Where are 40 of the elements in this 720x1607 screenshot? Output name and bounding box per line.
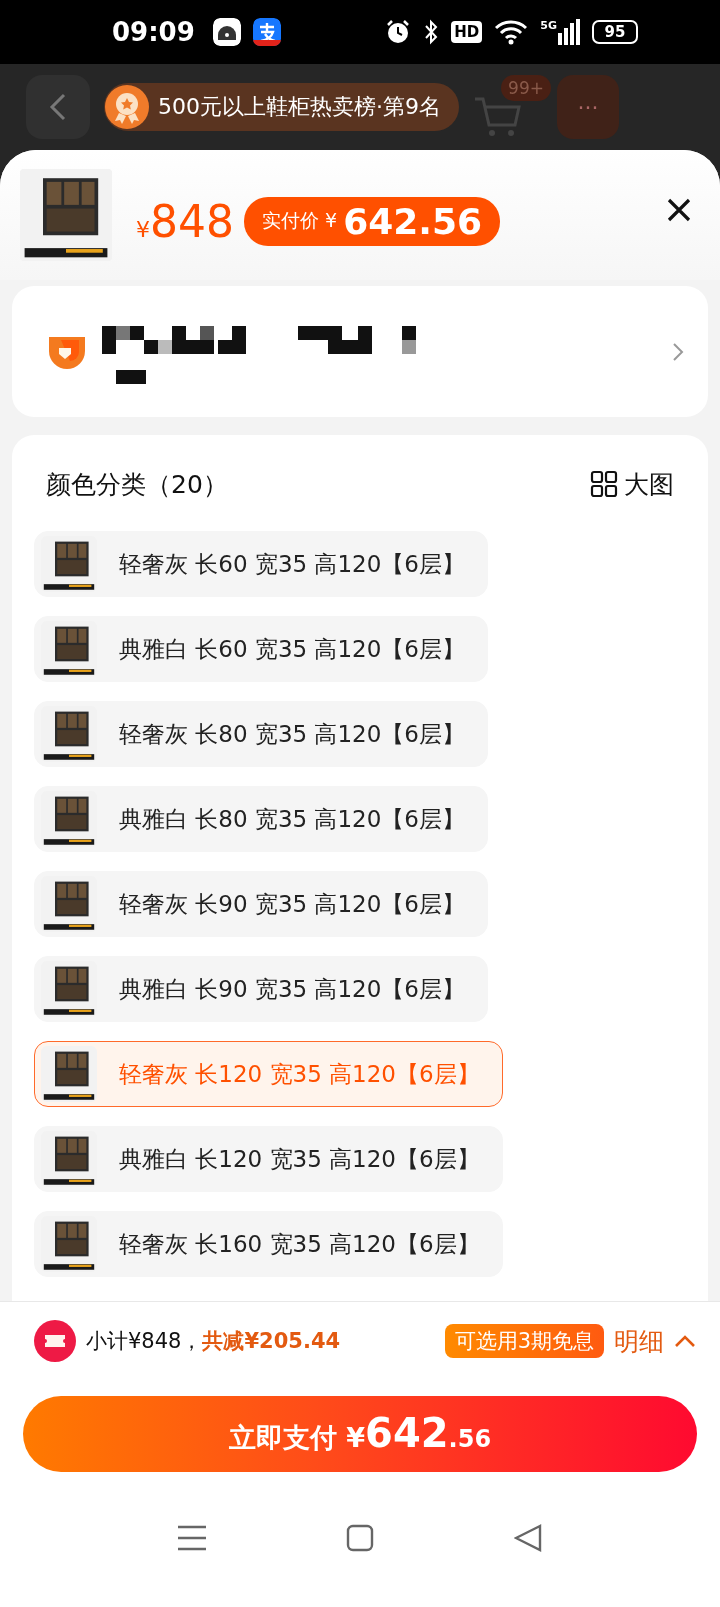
close-icon bbox=[666, 197, 692, 223]
option-chip[interactable]: 轻奢灰 长160 宽35 高120【6层】 bbox=[34, 1211, 503, 1277]
app-icon bbox=[212, 18, 241, 46]
back-icon[interactable] bbox=[514, 1524, 542, 1552]
hd-badge: HD bbox=[451, 21, 483, 43]
close-button[interactable] bbox=[666, 197, 692, 223]
signal-icon bbox=[558, 19, 580, 45]
ranking-banner[interactable]: 500元以上鞋柜热卖榜·第9名 bbox=[104, 83, 459, 131]
wifi-icon bbox=[494, 19, 529, 45]
menu-icon[interactable] bbox=[178, 1525, 206, 1551]
option-chip[interactable]: 轻奢灰 长80 宽35 高120【6层】 bbox=[34, 701, 488, 767]
cart-count-badge: 99+ bbox=[501, 75, 551, 101]
app-icon bbox=[252, 18, 281, 46]
option-chip[interactable]: 典雅白 长90 宽35 高120【6层】 bbox=[34, 956, 488, 1022]
home-icon[interactable] bbox=[346, 1524, 374, 1552]
subtotal-text: 小计¥848， bbox=[86, 1328, 203, 1355]
network-label: 5G bbox=[540, 19, 557, 32]
coupon-icon bbox=[34, 1320, 76, 1362]
grid-icon bbox=[590, 470, 618, 498]
option-chip[interactable]: 典雅白 长80 宽35 高120【6层】 bbox=[34, 786, 488, 852]
large-view-toggle[interactable]: 大图 bbox=[590, 467, 674, 501]
chevron-up-icon bbox=[674, 1334, 696, 1348]
address-card[interactable] bbox=[12, 286, 708, 417]
original-price: 848 bbox=[150, 195, 234, 247]
discount-text: 共减¥205.44 bbox=[202, 1328, 341, 1355]
details-toggle[interactable]: 明细 bbox=[614, 1324, 696, 1358]
section-title: 颜色分类（20） bbox=[46, 468, 228, 501]
option-chip[interactable]: 轻奢灰 长60 宽35 高120【6层】 bbox=[34, 531, 488, 597]
pay-now-button[interactable]: 立即支付 ¥642.56 bbox=[23, 1396, 697, 1472]
medal-icon bbox=[104, 84, 150, 130]
back-icon bbox=[48, 92, 68, 122]
battery-icon: 95 bbox=[592, 20, 638, 44]
bluetooth-icon bbox=[423, 19, 440, 45]
option-chip[interactable]: 典雅白 长60 宽35 高120【6层】 bbox=[34, 616, 488, 682]
currency-symbol: ¥ bbox=[136, 216, 150, 242]
option-chip[interactable]: 典雅白 长120 宽35 高120【6层】 bbox=[34, 1126, 503, 1192]
option-chip[interactable]: 轻奢灰 长90 宽35 高120【6层】 bbox=[34, 871, 488, 937]
installment-badge: 可选用3期免息 bbox=[444, 1324, 604, 1358]
clock-time: 09:09 bbox=[112, 17, 195, 47]
chevron-right-icon bbox=[672, 341, 684, 362]
